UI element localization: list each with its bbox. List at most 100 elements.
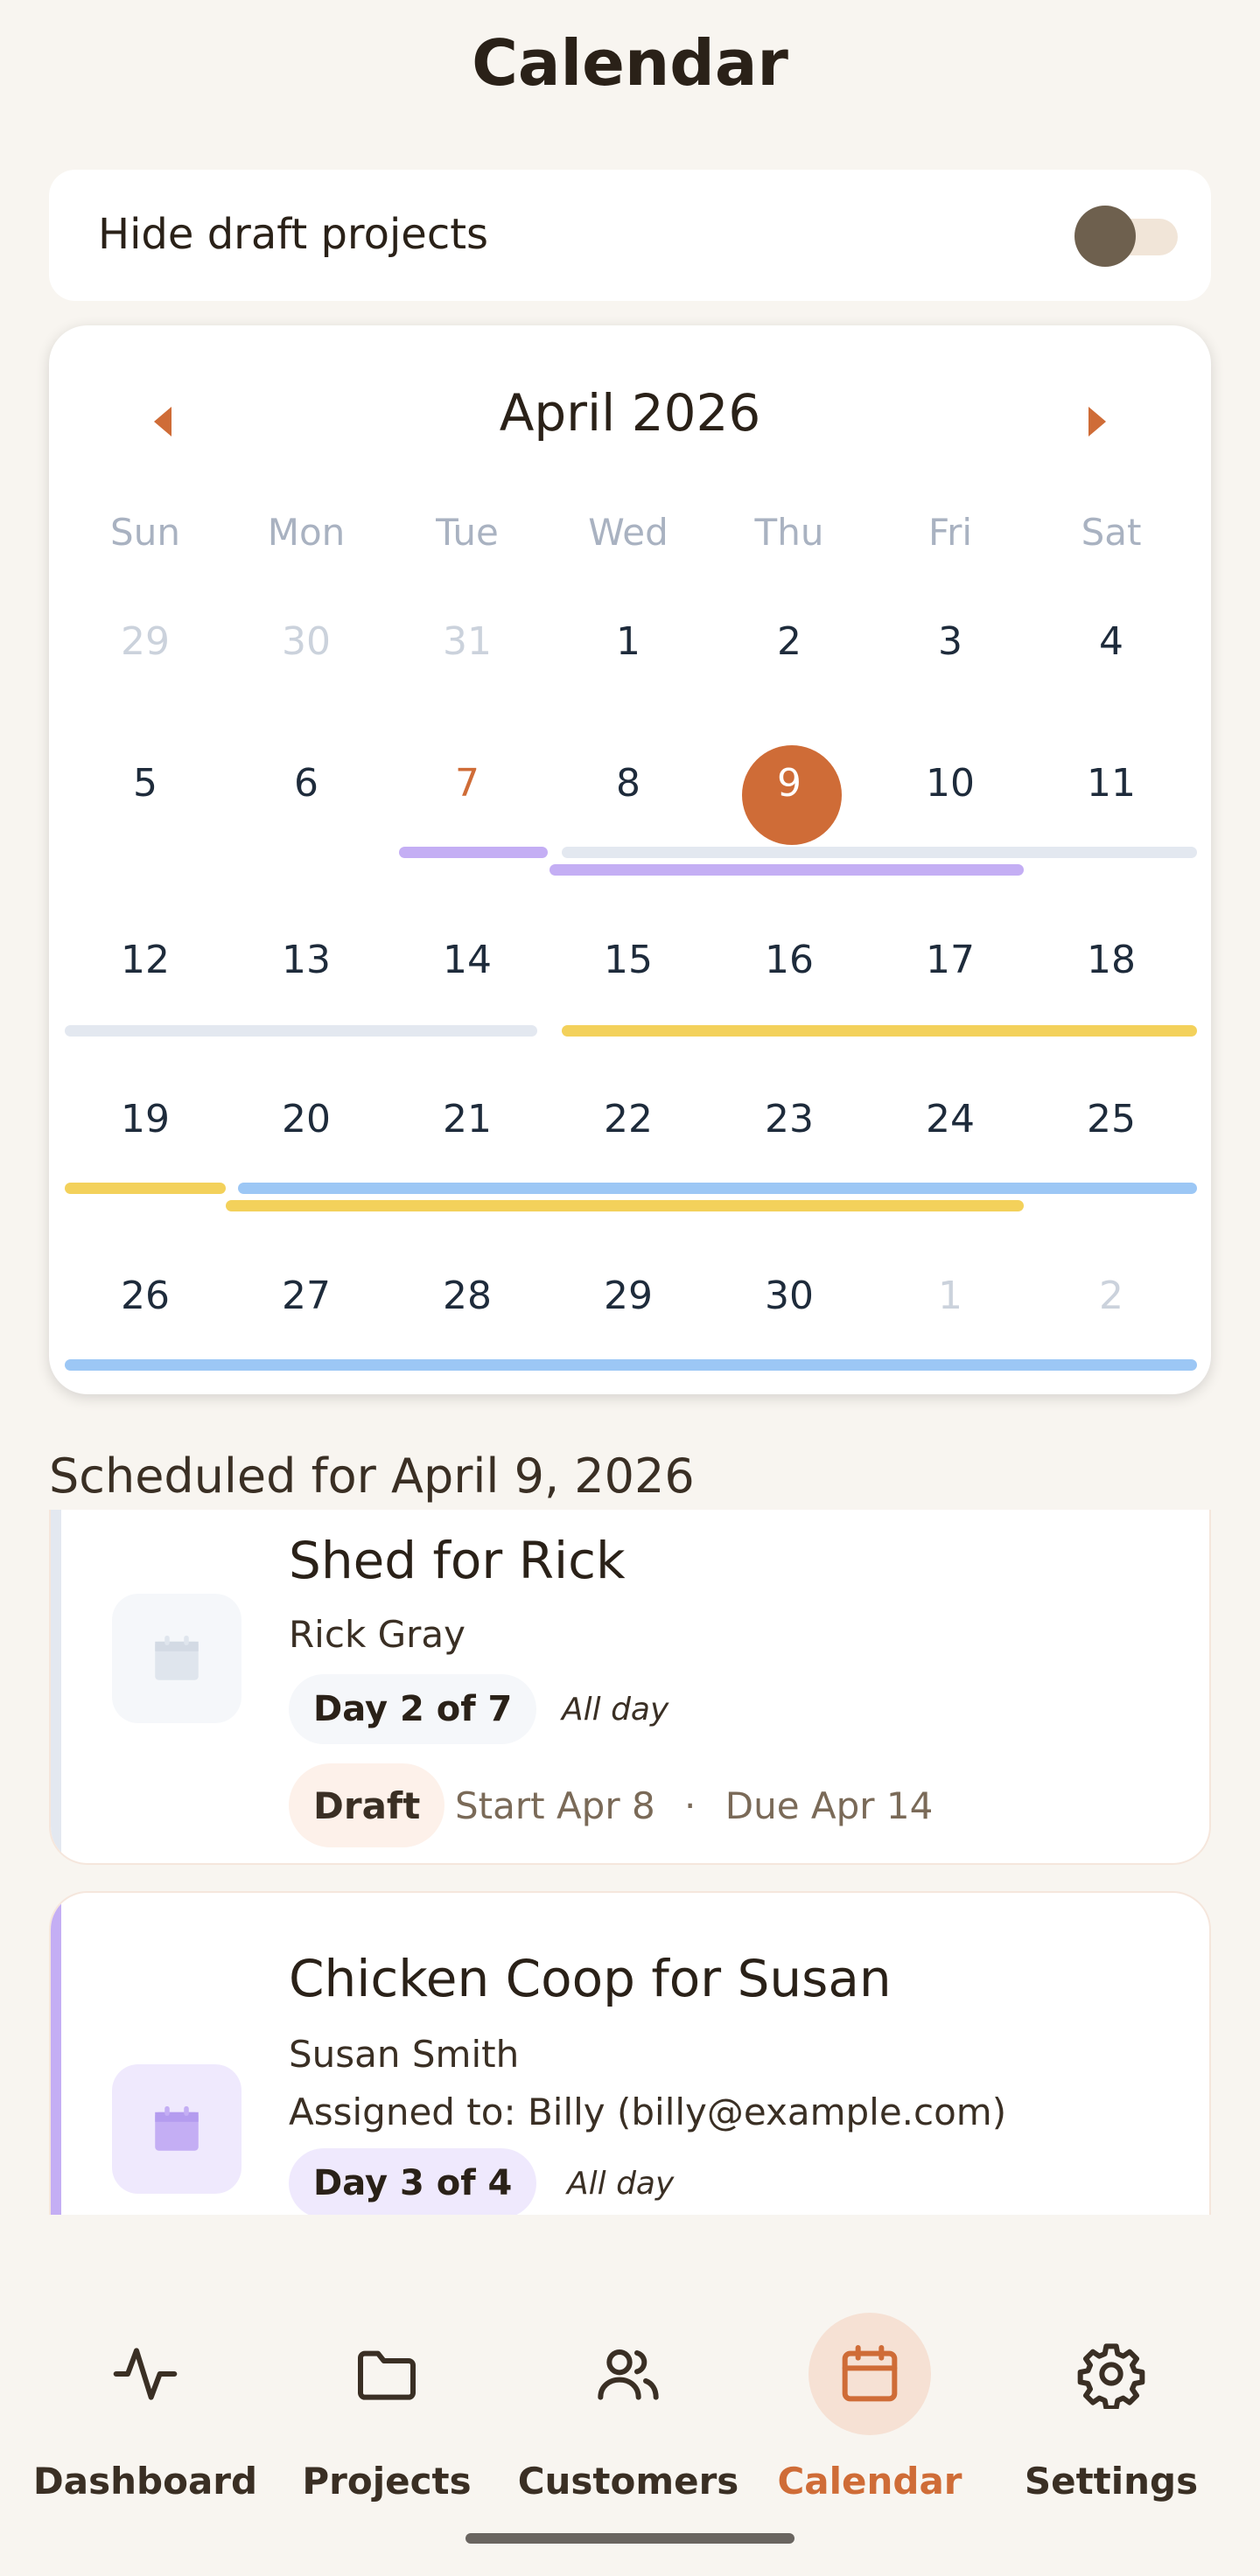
calendar-day[interactable]: 29 <box>548 1274 709 1318</box>
status-badge: Draft <box>289 1763 445 1847</box>
nav-icon-wrap <box>84 2313 206 2435</box>
calendar-day[interactable]: 30 <box>226 619 387 664</box>
calendar-day-selected[interactable]: 9 <box>709 761 870 806</box>
calendar-day[interactable]: 1 <box>870 1274 1031 1318</box>
event-bar-grey[interactable] <box>65 1025 537 1037</box>
time-label: All day <box>567 2166 675 2202</box>
project-title[interactable]: Shed for Rick <box>289 1531 626 1590</box>
nav-icon-wrap <box>1050 2313 1172 2435</box>
calendar-day[interactable]: 31 <box>387 619 548 664</box>
weekday-wed: Wed <box>588 511 668 554</box>
hide-drafts-label: Hide draft projects <box>98 210 489 259</box>
calendar-day[interactable]: 4 <box>1031 619 1192 664</box>
calendar-day[interactable]: 25 <box>1031 1097 1192 1141</box>
gear-icon <box>1077 2343 1145 2409</box>
calendar-icon <box>155 1635 199 1680</box>
time-label: All day <box>562 1692 669 1728</box>
calendar-day[interactable]: 15 <box>548 938 709 982</box>
event-bar-blue[interactable] <box>65 1359 1197 1371</box>
next-month-button[interactable] <box>1071 395 1124 448</box>
calendar-day[interactable]: 3 <box>870 619 1031 664</box>
calendar-day[interactable]: 14 <box>387 938 548 982</box>
project-assignee: Assigned to: Billy (billy@example.com) <box>289 2091 1007 2133</box>
event-bar-yellow[interactable] <box>65 1183 226 1194</box>
project-list[interactable]: Shed for Rick Rick Gray Day 2 of 7 All d… <box>0 1510 1260 2215</box>
event-bar-yellow[interactable] <box>226 1200 1024 1211</box>
calendar-day[interactable]: 10 <box>870 761 1031 806</box>
weekday-sun: Sun <box>110 511 180 554</box>
calendar-day[interactable]: 5 <box>65 761 226 806</box>
calendar-day[interactable]: 30 <box>709 1274 870 1318</box>
calendar-day[interactable]: 2 <box>1031 1274 1192 1318</box>
calendar-day[interactable]: 16 <box>709 938 870 982</box>
nav-icon-wrap <box>326 2313 448 2435</box>
calendar-day[interactable]: 18 <box>1031 938 1192 982</box>
nav-projects[interactable]: Projects <box>266 2309 508 2519</box>
project-color-stripe <box>51 1510 61 1863</box>
due-date: Due Apr 14 <box>724 1784 934 1827</box>
nav-dashboard[interactable]: Dashboard <box>24 2309 266 2519</box>
nav-calendar[interactable]: Calendar <box>749 2309 990 2519</box>
page-title: Calendar <box>472 26 788 100</box>
bottom-nav: Dashboard Projects Customers Calendar Se… <box>0 2274 1260 2576</box>
chevron-right-icon <box>1088 407 1106 436</box>
project-card[interactable]: Chicken Coop for Susan Susan Smith Assig… <box>49 1891 1211 2215</box>
toggle-knob[interactable] <box>1074 206 1136 267</box>
users-icon <box>598 2349 659 2400</box>
calendar-icon <box>155 2105 199 2151</box>
project-dates: Start Apr 8 · Due Apr 14 <box>455 1784 933 1827</box>
event-bar-yellow[interactable] <box>562 1025 1197 1037</box>
month-label: April 2026 <box>499 383 761 443</box>
calendar-day[interactable]: 23 <box>709 1097 870 1141</box>
event-bar-grey[interactable] <box>562 847 1197 858</box>
nav-icon-wrap-active <box>808 2313 931 2435</box>
home-indicator[interactable] <box>466 2533 794 2544</box>
calendar-day[interactable]: 26 <box>65 1274 226 1318</box>
weekday-fri: Fri <box>928 511 973 554</box>
weekday-tue: Tue <box>436 511 499 554</box>
calendar-day[interactable]: 11 <box>1031 761 1192 806</box>
calendar-day[interactable]: 12 <box>65 938 226 982</box>
calendar-day[interactable]: 13 <box>226 938 387 982</box>
project-customer: Susan Smith <box>289 2033 520 2076</box>
nav-label: Projects <box>302 2460 472 2503</box>
calendar-day[interactable]: 2 <box>709 619 870 664</box>
weekday-sat: Sat <box>1081 511 1142 554</box>
calendar-day[interactable]: 29 <box>65 619 226 664</box>
hide-drafts-row: Hide draft projects <box>49 170 1211 301</box>
calendar-day[interactable]: 17 <box>870 938 1031 982</box>
event-bar-purple[interactable] <box>550 864 1024 876</box>
calendar-day[interactable]: 28 <box>387 1274 548 1318</box>
folder-icon <box>358 2350 416 2400</box>
day-progress-badge: Day 3 of 4 <box>289 2148 537 2215</box>
calendar-day[interactable]: 21 <box>387 1097 548 1141</box>
project-card[interactable]: Shed for Rick Rick Gray Day 2 of 7 All d… <box>49 1510 1211 1865</box>
calendar-day[interactable]: 8 <box>548 761 709 806</box>
nav-settings[interactable]: Settings <box>990 2309 1232 2519</box>
calendar-day-highlighted[interactable]: 7 <box>387 761 548 806</box>
event-bar-purple[interactable] <box>399 847 548 858</box>
calendar-day[interactable]: 20 <box>226 1097 387 1141</box>
project-title[interactable]: Chicken Coop for Susan <box>289 1949 892 2008</box>
project-customer: Rick Gray <box>289 1613 466 1656</box>
schedule-heading: Scheduled for April 9, 2026 <box>49 1449 695 1504</box>
calendar-icon <box>842 2345 898 2402</box>
calendar-day[interactable]: 22 <box>548 1097 709 1141</box>
calendar-day[interactable]: 19 <box>65 1097 226 1141</box>
calendar-card: April 2026 Sun Mon Tue Wed Thu Fri Sat 2… <box>49 325 1211 1394</box>
project-color-stripe <box>51 1893 61 2215</box>
nav-label: Settings <box>1024 2460 1199 2503</box>
project-icon-box <box>112 2064 242 2194</box>
day-progress-badge: Day 2 of 7 <box>289 1674 537 1744</box>
calendar-day[interactable]: 6 <box>226 761 387 806</box>
event-bar-blue[interactable] <box>238 1183 1197 1194</box>
nav-customers[interactable]: Customers <box>508 2309 749 2519</box>
calendar-day[interactable]: 24 <box>870 1097 1031 1141</box>
weekday-thu: Thu <box>754 511 824 554</box>
calendar-day[interactable]: 1 <box>548 619 709 664</box>
calendar-day[interactable]: 27 <box>226 1274 387 1318</box>
nav-label: Dashboard <box>32 2460 258 2503</box>
start-date: Start Apr 8 <box>455 1784 655 1827</box>
project-icon-box <box>112 1594 242 1723</box>
date-separator: · <box>684 1784 696 1827</box>
